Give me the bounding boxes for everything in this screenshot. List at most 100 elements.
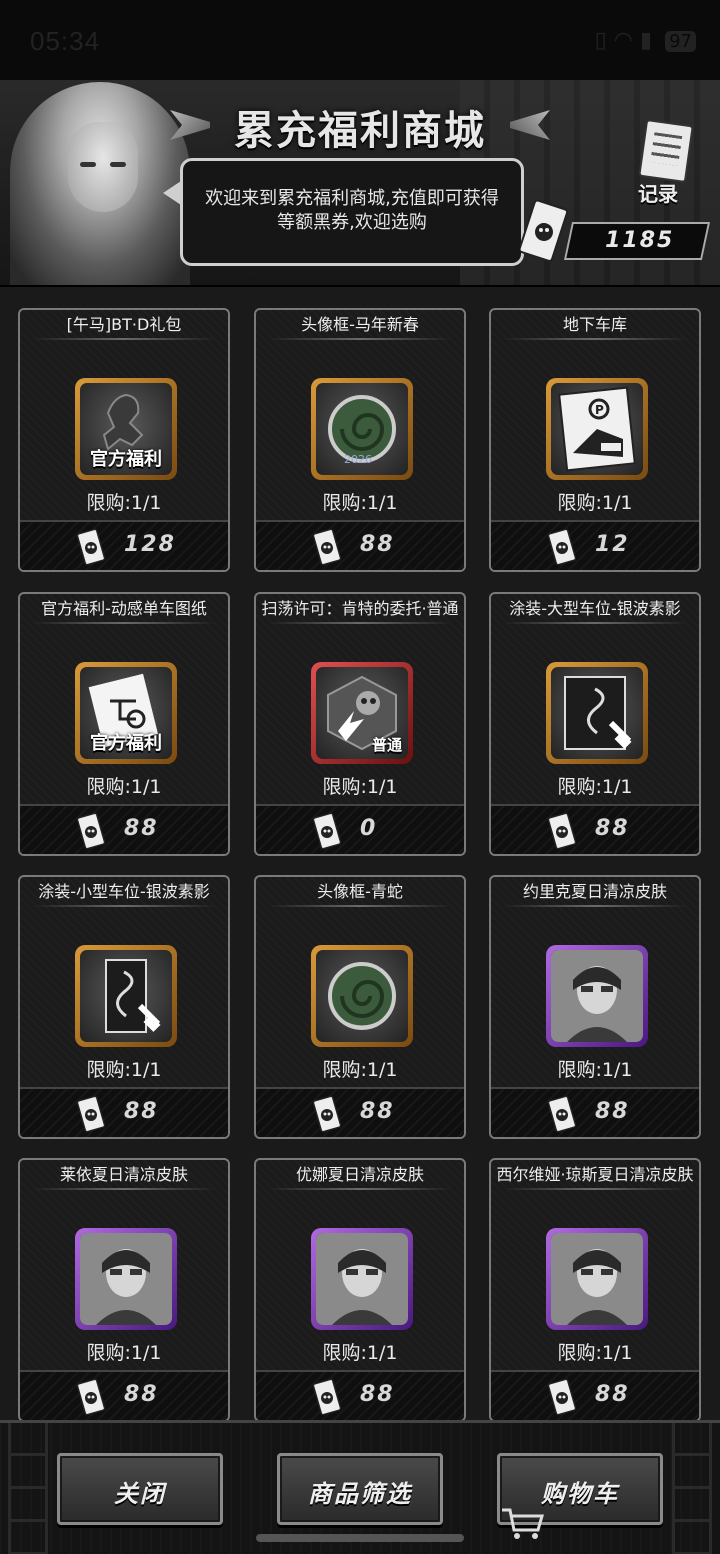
shop-item-card[interactable]: 官方福利-动感单车图纸 官方福利 限购:1/1 88 — [18, 592, 230, 856]
shop-item-card[interactable]: 约里克夏日清凉皮肤 限购:1/1 88 — [489, 875, 701, 1139]
price-bar: 88 — [491, 1370, 699, 1420]
purchase-limit: 限购:1/1 — [322, 492, 398, 514]
page-title: 累充福利商城 — [234, 107, 486, 154]
parking-garage-icon: P — [551, 383, 643, 475]
price-bar: 88 — [491, 804, 699, 854]
clipboard-icon — [638, 118, 694, 184]
item-icon-frame — [75, 945, 177, 1047]
shop-item-card[interactable]: 头像框-马年新春 2026 限购:1/1 88 — [254, 308, 466, 572]
item-price: 88 — [595, 1099, 630, 1124]
yorick-skin-icon — [551, 950, 643, 1042]
shop-item-card[interactable]: 优娜夏日清凉皮肤 限购:1/1 88 — [254, 1158, 466, 1422]
item-price: 12 — [595, 532, 630, 557]
filter-label: 商品筛选 — [308, 1480, 412, 1508]
bike-blueprint-icon: 官方福利 — [80, 667, 172, 759]
black-ticket-icon — [76, 1095, 106, 1133]
shop-item-card[interactable]: 西尔维娅·琼斯夏日清凉皮肤 限购:1/1 88 — [489, 1158, 701, 1422]
home-indicator[interactable] — [256, 1534, 464, 1542]
item-price: 88 — [360, 1099, 395, 1124]
black-ticket-icon — [547, 528, 577, 566]
shop-item-card[interactable]: 头像框-青蛇 限购:1/1 88 — [254, 875, 466, 1139]
sylvia-skin-icon — [551, 1233, 643, 1325]
filter-button[interactable]: 商品筛选 — [277, 1453, 443, 1525]
item-price: 0 — [360, 816, 378, 841]
records-label: 记录 — [638, 182, 678, 206]
black-ticket-icon — [520, 200, 568, 262]
scaffold-right — [672, 1423, 712, 1554]
purchase-limit: 限购:1/1 — [86, 492, 162, 514]
horse-new-year-frame-icon: 2026 — [316, 383, 408, 475]
item-icon-frame: 2026 — [311, 378, 413, 480]
item-stamp: 官方福利 — [90, 733, 162, 754]
black-ticket-icon — [76, 1378, 106, 1416]
vibrate-icon: ▯ — [594, 28, 607, 53]
item-name: 优娜夏日清凉皮肤 — [256, 1160, 464, 1190]
welcome-text: 欢迎来到累充福利商城,充值即可获得等额黑券,欢迎选购 — [205, 188, 499, 233]
svg-text:P: P — [595, 403, 604, 417]
price-bar: 12 — [491, 520, 699, 570]
black-ticket-icon — [312, 1095, 342, 1133]
item-icon-frame — [311, 1228, 413, 1330]
app-root: { "status": {"time": "05:34", "battery":… — [0, 0, 720, 1554]
item-icon-frame — [75, 1228, 177, 1330]
item-price: 88 — [360, 532, 395, 557]
item-name: 西尔维娅·琼斯夏日清凉皮肤 — [491, 1160, 699, 1190]
shop-header: 累充福利商城 欢迎来到累充福利商城,充值即可获得等额黑券,欢迎选购 记录 118… — [0, 80, 720, 285]
shop-item-card[interactable]: 扫荡许可：肯特的委托·普通 普通 限购:1/1 0 — [254, 592, 466, 856]
title-banner: 累充福利商城 — [160, 92, 560, 154]
shop-item-card[interactable]: [午马]BT·D礼包 官方福利 限购:1/1 128 — [18, 308, 230, 572]
scorpion-mech-icon: 官方福利 — [80, 383, 172, 475]
cart-label: 购物车 — [541, 1480, 619, 1508]
records-button[interactable]: 记录 — [632, 118, 702, 206]
item-stamp: 官方福利 — [90, 449, 162, 470]
purchase-limit: 限购:1/1 — [557, 1059, 633, 1081]
battery-icon: 97 — [665, 31, 696, 52]
status-time: 05:34 — [30, 26, 101, 56]
close-button[interactable]: 关闭 — [57, 1453, 223, 1525]
purchase-limit: 限购:1/1 — [557, 776, 633, 798]
item-icon-frame: 官方福利 — [75, 378, 177, 480]
item-price: 88 — [595, 1382, 630, 1407]
large-paint-icon — [551, 667, 643, 759]
item-price: 88 — [124, 816, 159, 841]
shop-item-card[interactable]: 地下车库 P 限购:1/1 12 — [489, 308, 701, 572]
shop-item-card[interactable]: 涂装-大型车位-银波素影 限购:1/1 88 — [489, 592, 701, 856]
item-name: 头像框-马年新春 — [256, 310, 464, 340]
price-bar: 88 — [20, 804, 228, 854]
cart-button[interactable]: 购物车 — [497, 1453, 663, 1539]
black-ticket-icon — [312, 1378, 342, 1416]
item-name: 莱依夏日清凉皮肤 — [20, 1160, 228, 1190]
lei-skin-icon — [80, 1233, 172, 1325]
item-name: 扫荡许可：肯特的委托·普通 — [256, 594, 464, 624]
purchase-limit: 限购:1/1 — [557, 492, 633, 514]
black-ticket-icon — [312, 812, 342, 850]
item-grid: [午马]BT·D礼包 官方福利 限购:1/1 128 头像框-马年新春 2026… — [0, 285, 720, 1422]
price-bar: 88 — [256, 520, 464, 570]
price-bar: 88 — [256, 1370, 464, 1420]
item-icon-frame — [311, 945, 413, 1047]
balance-display: 1185 — [563, 222, 711, 260]
purchase-limit: 限购:1/1 — [557, 1342, 633, 1364]
scaffold-left — [8, 1423, 48, 1554]
price-bar: 88 — [20, 1370, 228, 1420]
shop-item-card[interactable]: 涂装-小型车位-银波素影 限购:1/1 88 — [18, 875, 230, 1139]
small-paint-icon — [80, 950, 172, 1042]
black-ticket-icon — [76, 528, 106, 566]
shop-item-card[interactable]: 莱依夏日清凉皮肤 限购:1/1 88 — [18, 1158, 230, 1422]
black-ticket-icon — [547, 1378, 577, 1416]
item-icon-frame: 普通 — [311, 662, 413, 764]
item-icon-frame — [546, 945, 648, 1047]
item-icon-frame — [546, 1228, 648, 1330]
shopping-cart-icon — [502, 1508, 544, 1539]
signal-icon: ▮ — [639, 28, 653, 53]
item-stamp: 普通 — [371, 736, 402, 754]
status-bar: 05:34 ▯ ◠ ▮ 97 — [0, 0, 720, 80]
sweep-permit-icon: 普通 — [316, 667, 408, 759]
item-price: 88 — [595, 816, 630, 841]
item-name: 涂装-大型车位-银波素影 — [491, 594, 699, 624]
purchase-limit: 限购:1/1 — [322, 1342, 398, 1364]
item-name: 涂装-小型车位-银波素影 — [20, 877, 228, 907]
purchase-limit: 限购:1/1 — [322, 776, 398, 798]
item-name: 官方福利-动感单车图纸 — [20, 594, 228, 624]
black-ticket-icon — [76, 812, 106, 850]
